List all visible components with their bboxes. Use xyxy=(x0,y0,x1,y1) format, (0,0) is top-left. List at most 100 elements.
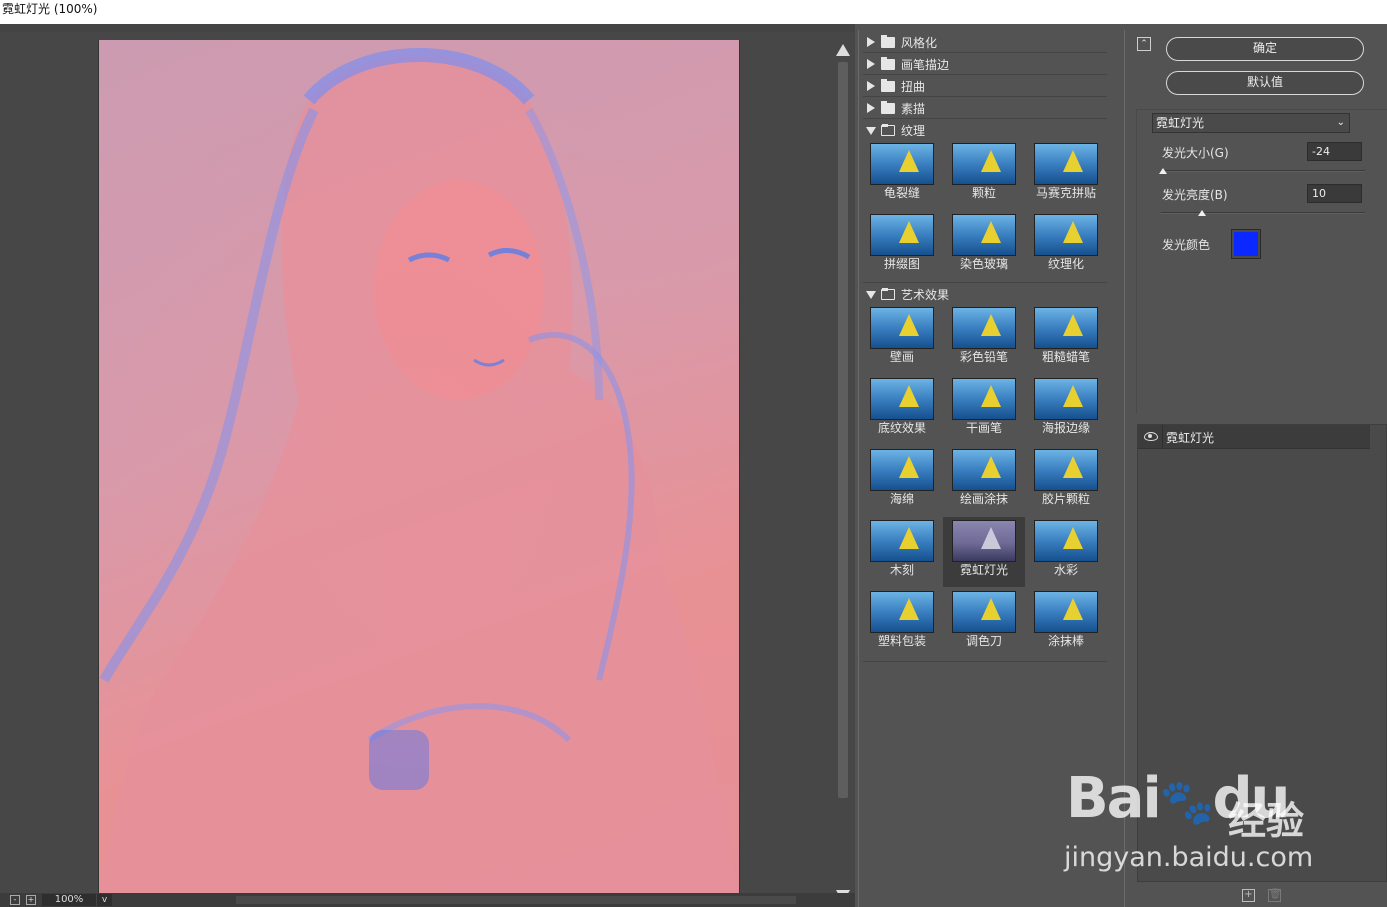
filter-thumbnail xyxy=(870,449,934,491)
category-label: 风格化 xyxy=(901,35,938,50)
filter-colored-pencil[interactable]: 彩色铅笔 xyxy=(943,304,1025,374)
filter-thumbnail xyxy=(1034,214,1098,256)
category-label: 扭曲 xyxy=(901,79,926,94)
filter-thumbnail xyxy=(952,143,1016,185)
scroll-up-arrow-icon[interactable] xyxy=(836,44,850,56)
filter-underpainting[interactable]: 底纹效果 xyxy=(861,375,943,445)
filter-film-grain[interactable]: 胶片颗粒 xyxy=(1025,446,1107,516)
category-label: 素描 xyxy=(901,101,926,116)
preview-canvas-area[interactable] xyxy=(0,24,855,907)
category-artistic[interactable]: 艺术效果 xyxy=(863,284,1107,305)
filter-paint-daubs[interactable]: 绘画涂抹 xyxy=(943,446,1025,516)
filter-craquelure[interactable]: 龟裂缝 xyxy=(861,140,943,210)
glow-size-input[interactable]: -24 xyxy=(1307,142,1362,161)
preview-image-art xyxy=(99,40,739,900)
delete-effect-layer-icon[interactable]: 🗑 xyxy=(1268,889,1282,902)
category-stylize[interactable]: 风格化 xyxy=(863,32,1107,53)
filter-cutout[interactable]: 木刻 xyxy=(861,517,943,587)
filter-label: 粗糙蜡笔 xyxy=(1041,350,1090,364)
glow-brightness-slider[interactable] xyxy=(1161,212,1365,214)
scroll-thumb[interactable] xyxy=(838,62,848,798)
zoom-dropdown-chevron-icon[interactable]: v xyxy=(96,894,112,906)
filter-stained-glass[interactable]: 染色玻璃 xyxy=(943,211,1025,281)
category-texture[interactable]: 纹理 xyxy=(863,120,1107,141)
filter-poster-edges[interactable]: 海报边缘 xyxy=(1025,375,1107,445)
status-bar: - + 100% v xyxy=(0,893,855,907)
effect-layers-list: 霓虹灯光 xyxy=(1137,424,1387,882)
glow-brightness-slider-knob[interactable] xyxy=(1197,210,1206,216)
filter-label: 涂抹棒 xyxy=(1047,634,1084,648)
divider xyxy=(1162,425,1163,449)
zoom-level-field[interactable]: 100% xyxy=(42,894,96,906)
filter-thumbnail xyxy=(870,591,934,633)
settings-panel: ⌃ 确定 默认值 霓虹灯光 ⌄ 发光大小(G) -24 发光亮度(B) 10 发… xyxy=(1125,24,1387,907)
filter-palette-knife[interactable]: 调色刀 xyxy=(943,588,1025,658)
glow-brightness-label: 发光亮度(B) xyxy=(1162,188,1228,202)
collapse-arrow-icon xyxy=(866,126,876,135)
zoom-in-button[interactable]: + xyxy=(26,895,36,905)
filter-thumbnail xyxy=(952,520,1016,562)
expand-arrow-icon xyxy=(867,59,875,69)
category-brush-strokes[interactable]: 画笔描边 xyxy=(863,54,1107,75)
category-distort[interactable]: 扭曲 xyxy=(863,76,1107,97)
expand-arrow-icon xyxy=(867,81,875,91)
preview-image[interactable] xyxy=(98,40,740,900)
filter-mosaic-tiles[interactable]: 马赛克拼贴 xyxy=(1025,140,1107,210)
filter-thumbnail xyxy=(870,520,934,562)
expand-arrow-icon xyxy=(867,37,875,47)
ok-button[interactable]: 确定 xyxy=(1166,37,1364,61)
window-title: 霓虹灯光 (100%) xyxy=(2,2,98,16)
default-button[interactable]: 默认值 xyxy=(1166,71,1364,95)
folder-open-icon xyxy=(881,124,895,136)
filter-label: 干画笔 xyxy=(965,421,1002,435)
filter-fresco[interactable]: 壁画 xyxy=(861,304,943,374)
filter-rough-pastels[interactable]: 粗糙蜡笔 xyxy=(1025,304,1107,374)
glow-brightness-input[interactable]: 10 xyxy=(1307,184,1362,203)
filter-select-dropdown[interactable]: 霓虹灯光 ⌄ xyxy=(1152,113,1350,133)
glow-color-swatch[interactable] xyxy=(1231,229,1261,259)
vertical-scrollbar[interactable] xyxy=(833,40,853,902)
filter-label: 龟裂缝 xyxy=(883,186,920,200)
glow-size-slider-knob[interactable] xyxy=(1159,168,1168,174)
filter-label: 海绵 xyxy=(889,492,914,506)
category-sketch[interactable]: 素描 xyxy=(863,98,1107,119)
filter-grain[interactable]: 颗粒 xyxy=(943,140,1025,210)
filter-label: 胶片颗粒 xyxy=(1041,492,1090,506)
divider xyxy=(863,661,1107,662)
effect-layer-name: 霓虹灯光 xyxy=(1166,431,1215,445)
filter-label: 壁画 xyxy=(889,350,914,364)
filter-thumbnail xyxy=(1034,591,1098,633)
filter-label: 木刻 xyxy=(889,563,914,577)
effect-layer-row[interactable]: 霓虹灯光 xyxy=(1138,425,1370,449)
eye-icon[interactable] xyxy=(1144,432,1158,441)
filter-thumbnail xyxy=(1034,449,1098,491)
filter-sponge[interactable]: 海绵 xyxy=(861,446,943,516)
filter-dry-brush[interactable]: 干画笔 xyxy=(943,375,1025,445)
filter-thumbnail xyxy=(870,378,934,420)
filter-smudge-stick[interactable]: 涂抹棒 xyxy=(1025,588,1107,658)
zoom-out-button[interactable]: - xyxy=(10,895,20,905)
glow-size-slider[interactable] xyxy=(1161,170,1365,172)
filter-thumbnail xyxy=(952,214,1016,256)
filter-thumbnail xyxy=(1034,520,1098,562)
filter-thumbnail xyxy=(870,143,934,185)
horizontal-scroll-thumb[interactable] xyxy=(236,896,796,904)
filter-thumbnail xyxy=(870,214,934,256)
filter-neon-glow-selected[interactable]: 霓虹灯光 xyxy=(943,517,1025,587)
filter-thumbnail xyxy=(870,307,934,349)
filter-label: 马赛克拼贴 xyxy=(1035,186,1096,200)
filter-plastic-wrap[interactable]: 塑料包装 xyxy=(861,588,943,658)
glow-size-label: 发光大小(G) xyxy=(1162,146,1229,160)
filter-watercolor[interactable]: 水彩 xyxy=(1025,517,1107,587)
folder-icon xyxy=(881,100,895,114)
filter-texturizer[interactable]: 纹理化 xyxy=(1025,211,1107,281)
category-label: 画笔描边 xyxy=(901,57,950,72)
new-effect-layer-icon[interactable]: + xyxy=(1242,889,1255,902)
filter-label: 纹理化 xyxy=(1047,257,1084,271)
folder-icon xyxy=(881,78,895,92)
collapse-panel-icon[interactable]: ⌃ xyxy=(1137,37,1151,51)
filter-patchwork[interactable]: 拼缀图 xyxy=(861,211,943,281)
filter-label: 拼缀图 xyxy=(883,257,920,271)
filter-thumbnail xyxy=(1034,307,1098,349)
filter-gallery-panel: 风格化 画笔描边 扭曲 素描 纹理 龟裂缝 颗粒 马赛克拼贴 拼缀图 染色玻璃 … xyxy=(858,30,1125,907)
